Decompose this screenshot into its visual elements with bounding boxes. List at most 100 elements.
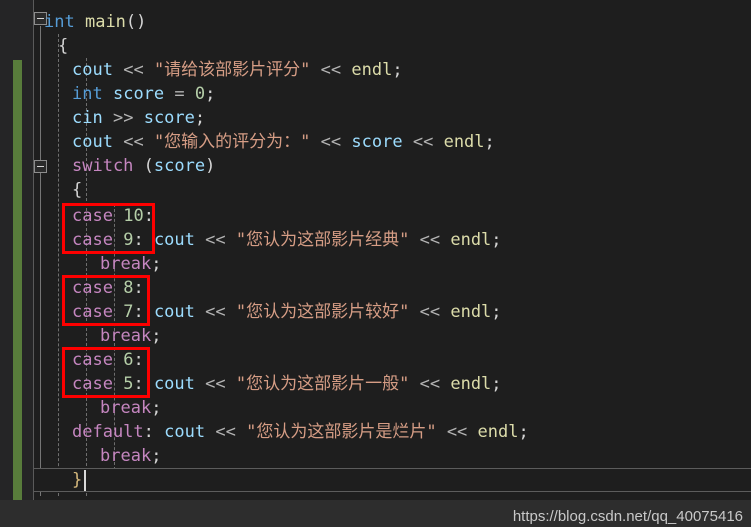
code-line[interactable]: { — [72, 178, 82, 202]
code-line[interactable]: switch (score) — [72, 154, 215, 178]
code-token: << — [419, 374, 441, 394]
code-line[interactable]: break; — [100, 444, 161, 468]
code-line[interactable]: default: cout << "您认为这部影片是烂片" << endl; — [72, 420, 529, 444]
code-token: () — [125, 12, 147, 32]
code-token: : — [133, 230, 154, 250]
code-token: "请给该部影片评分" — [153, 60, 311, 80]
code-token: endl — [450, 302, 492, 322]
code-token: case — [72, 350, 113, 370]
code-line[interactable]: case 5: cout << "您认为这部影片一般" << endl; — [72, 372, 502, 396]
code-line[interactable]: int main() — [44, 10, 146, 34]
code-token: cout — [72, 132, 113, 152]
code-token: 10 — [123, 206, 144, 226]
code-token: score — [143, 108, 195, 128]
code-line[interactable]: case 6: — [72, 348, 144, 372]
code-token: 9 — [123, 230, 134, 250]
code-line[interactable]: cout << "请给该部影片评分" << endl; — [72, 58, 403, 82]
code-token: break — [100, 446, 152, 466]
code-line[interactable]: case 9: cout << "您认为这部影片经典" << endl; — [72, 228, 502, 252]
code-line[interactable]: cout << "您输入的评分为：" << score << endl; — [72, 130, 495, 154]
code-token: case — [72, 278, 113, 298]
code-token: << — [419, 230, 441, 250]
code-token: { — [72, 180, 83, 200]
code-token: ; — [151, 398, 162, 418]
code-token: int — [44, 12, 75, 32]
code-token: break — [100, 254, 152, 274]
code-token: 8 — [123, 278, 134, 298]
code-token: ( — [143, 156, 154, 176]
code-line[interactable]: break; — [100, 324, 161, 348]
code-line[interactable]: case 7: cout << "您认为这部影片较好" << endl; — [72, 300, 502, 324]
code-token: { — [58, 36, 69, 56]
code-line[interactable]: case 8: — [72, 276, 144, 300]
code-token: } — [72, 470, 83, 490]
code-token: cout — [153, 374, 195, 394]
code-line[interactable]: int score = 0; — [72, 82, 215, 106]
code-token: int — [72, 84, 103, 104]
code-token: case — [72, 374, 113, 394]
code-token: "您输入的评分为：" — [153, 132, 311, 152]
code-token: score — [112, 84, 165, 104]
code-line[interactable]: break; — [100, 396, 161, 420]
code-token: default — [72, 422, 144, 442]
code-token: break — [100, 326, 152, 346]
code-token: 7 — [123, 302, 134, 322]
code-token: ) — [205, 156, 216, 176]
code-token: << — [123, 60, 144, 80]
code-token: : — [133, 374, 154, 394]
code-token: ; — [491, 302, 502, 322]
code-token: ; — [205, 84, 216, 104]
code-token: case — [72, 206, 113, 226]
code-token: switch — [72, 156, 134, 176]
code-token: cout — [72, 60, 113, 80]
code-token: endl — [450, 374, 492, 394]
code-token: << — [205, 230, 226, 250]
code-token: << — [412, 132, 434, 152]
code-line[interactable]: } — [72, 468, 82, 492]
code-editor-window: int main(){cout << "请给该部影片评分" << endl; in… — [0, 0, 751, 527]
code-token: 6 — [123, 350, 134, 370]
code-token: endl — [351, 60, 393, 80]
code-token: 5 — [123, 374, 134, 394]
code-token: 0 — [194, 84, 206, 104]
code-token: << — [215, 422, 236, 442]
code-token: : — [133, 278, 144, 298]
code-token: ; — [484, 132, 495, 152]
code-token: >> — [112, 108, 134, 128]
code-line[interactable]: { — [58, 34, 68, 58]
code-token: << — [123, 132, 144, 152]
code-line[interactable]: break; — [100, 252, 161, 276]
code-token: << — [205, 302, 226, 322]
code-text-area[interactable]: int main(){cout << "请给该部影片评分" << endl; in… — [0, 0, 751, 527]
code-token: ; — [151, 254, 162, 274]
code-token: : — [143, 206, 154, 226]
code-line[interactable]: cin >> score; — [72, 106, 205, 130]
code-line[interactable]: case 10: — [72, 204, 154, 228]
code-token: << — [446, 422, 468, 442]
code-token: ; — [194, 108, 206, 128]
watermark-text: https://blog.csdn.net/qq_40075416 — [512, 508, 743, 525]
code-token: << — [205, 374, 226, 394]
code-token: ; — [518, 422, 529, 442]
